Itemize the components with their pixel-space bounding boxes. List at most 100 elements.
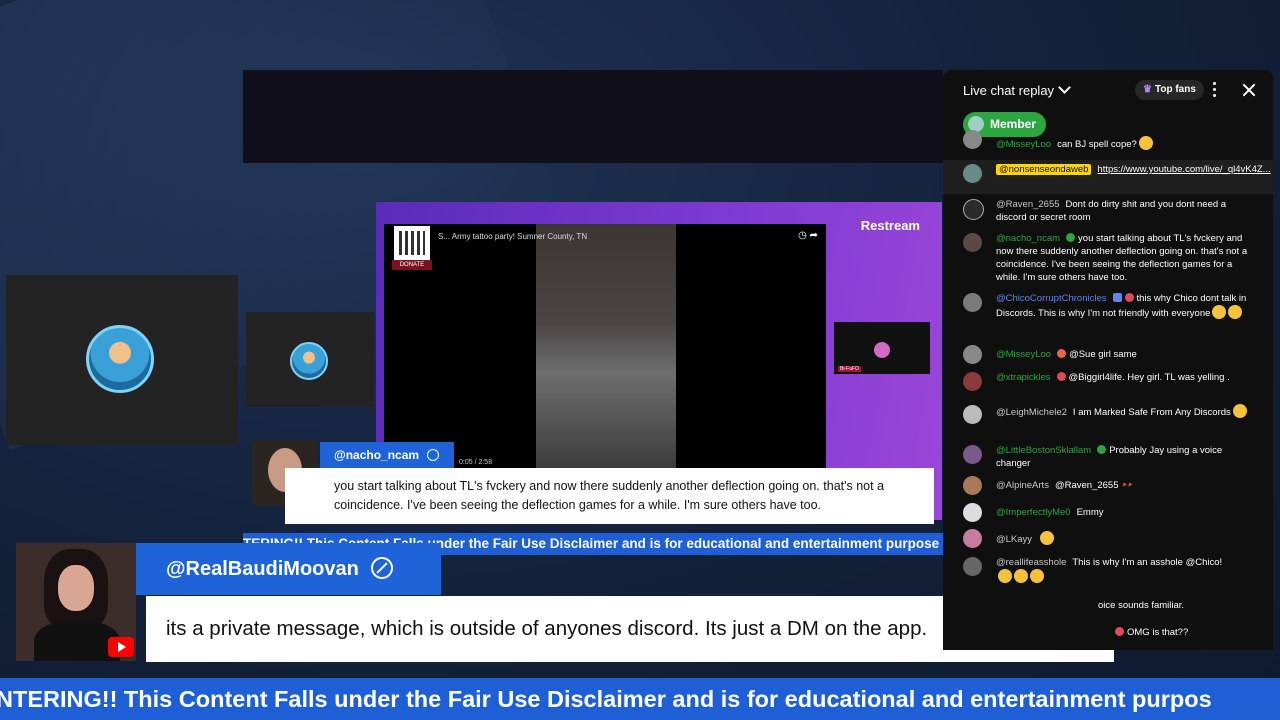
chat-message: OMG is that?? (943, 626, 1273, 640)
chat-author[interactable]: @LKayy (996, 534, 1032, 545)
chat-author[interactable]: @MisseyLoo (996, 139, 1051, 150)
halo-emoji-icon (1232, 404, 1247, 418)
youtube-icon (108, 637, 134, 657)
shrug-emoji-icon (1228, 305, 1243, 319)
shrug-emoji-icon (1212, 305, 1227, 319)
avatar (963, 405, 982, 424)
chat-message: @Raven_2655 Dont do dirty shit and you do… (943, 198, 1273, 228)
guest-avatar-large (86, 325, 154, 393)
chat-message: @reallifeasshole This is why I'm an assho… (943, 556, 1273, 588)
live-chat-panel: Live chat replay ♛ Top fans Member @Misse… (943, 70, 1273, 650)
main-comment-username: @RealBaudiMoovan (136, 543, 441, 595)
chat-message: @LittleBostonSklallam Probably Jay using … (943, 444, 1273, 472)
chat-message: @ChicoCorruptChronicles this why Chico do… (943, 292, 1273, 336)
main-comment-username-text: @RealBaudiMoovan (166, 558, 359, 580)
chat-message: @ImperfectlyMe0 Emmy (943, 503, 1273, 524)
avatar (963, 445, 982, 464)
avatar (963, 130, 982, 149)
chat-message: @MisseyLoo @Sue girl same (943, 345, 1273, 366)
mini-cam-label: Bi-FaFO (838, 366, 861, 372)
chat-author[interactable]: @LittleBostonSklallam (996, 445, 1091, 456)
chat-header: Live chat replay ♛ Top fans (943, 70, 1273, 110)
video-controls-icons[interactable]: ◷ ➦ (798, 230, 818, 241)
chat-author[interactable]: @AlpineArts (996, 480, 1049, 491)
chat-author[interactable]: @nonsenseondaweb (996, 164, 1092, 175)
chat-message: @AlpineArts @Raven_2655 ‣‣ (943, 476, 1273, 497)
chat-message: @nonsenseondaweb https://www.youtube.com/… (943, 160, 1273, 194)
chat-message: @nacho_ncam you start talking about TL's … (943, 232, 1273, 288)
member-badge-icon (1097, 445, 1107, 454)
comment-username: @nacho_ncam (320, 442, 454, 468)
chevron-down-icon (1058, 81, 1071, 94)
avatar (963, 233, 982, 252)
video-title: S... Army tattoo party! Sumner County, T… (438, 232, 588, 241)
chat-message: @xtrapickles @Biggirl4life. Hey girl. TL … (943, 371, 1273, 399)
top-dark-band (243, 70, 943, 163)
hundred-emoji-icon: ‣‣ (1121, 480, 1133, 491)
qr-code-icon (394, 226, 430, 260)
restream-logo: Restream (860, 218, 920, 233)
chat-message-list[interactable]: @MisseyLoo can BJ spell cope? @nonsenseon… (943, 130, 1273, 650)
avatar (963, 503, 982, 522)
chat-mode-dropdown[interactable]: Live chat replay (963, 81, 1071, 98)
ticker-bottom-text: NTERING!! This Content Falls under the F… (0, 686, 1212, 712)
chat-text: OMG is that?? (1127, 627, 1189, 638)
chat-text: can BJ spell cope? (1057, 139, 1137, 150)
chat-author[interactable]: @LeighMichele2 (996, 407, 1067, 418)
chat-author[interactable]: @ChicoCorruptChronicles (996, 293, 1107, 304)
guest-tile-large (6, 275, 238, 445)
more-options-icon[interactable] (1211, 82, 1217, 98)
chat-text: This is why I'm an asshole @Chico! (1072, 557, 1223, 568)
chat-text: oice sounds familiar. (1098, 600, 1185, 611)
chat-message: @LKayy (943, 529, 1273, 549)
member-badge-icon (1124, 293, 1134, 302)
video-time: 0:05 / 2:58 (459, 459, 493, 466)
guest-avatar-small (290, 342, 328, 380)
chat-author[interactable]: @Raven_2655 (996, 199, 1060, 210)
laughing-emoji-icon (1138, 136, 1153, 150)
ticker-bottom: NTERING!! This Content Falls under the F… (0, 678, 1280, 720)
chat-link[interactable]: https://www.youtube.com/live/_ql4vK4Z... (1097, 164, 1270, 175)
member-badge-icon (1115, 627, 1124, 636)
comment-username-text: @nacho_ncam (334, 448, 420, 462)
video-frame (536, 224, 676, 472)
verified-icon (427, 449, 440, 461)
avatar (963, 557, 982, 576)
chat-text: @Biggirl4life. Hey girl. TL was yelling … (1068, 372, 1230, 383)
avatar (963, 199, 984, 220)
member-badge-icon (1056, 372, 1066, 381)
shared-video[interactable]: DONATE S... Army tattoo party! Sumner Co… (384, 224, 826, 472)
close-icon[interactable] (1241, 82, 1257, 98)
chat-title: Live chat replay (963, 83, 1055, 98)
top-fans-button[interactable]: ♛ Top fans (1135, 80, 1204, 100)
chat-message: oice sounds familiar. (943, 599, 1273, 613)
laughing-emoji-icon (1030, 569, 1044, 583)
chat-author[interactable]: @MisseyLoo (996, 349, 1051, 360)
moderator-badge-icon (1112, 293, 1122, 302)
chat-author[interactable]: @nacho_ncam (996, 233, 1060, 244)
comment-message: you start talking about TL's fvckery and… (285, 468, 934, 524)
member-badge-icon (1057, 349, 1067, 358)
member-label: Member (990, 117, 1037, 131)
donate-label: DONATE (392, 260, 432, 270)
avatar (963, 345, 982, 364)
chat-message: @MisseyLoo can BJ spell cope? (943, 130, 1273, 150)
member-badge-icon (1066, 233, 1076, 242)
host-face (58, 565, 94, 611)
chat-text: Emmy (1076, 507, 1104, 518)
chat-text: I am Marked Safe From Any Discords (1072, 407, 1231, 418)
avatar (963, 164, 982, 183)
avatar (963, 293, 982, 312)
chat-author[interactable]: @ImperfectlyMe0 (996, 507, 1071, 518)
guest-tile-small (246, 312, 374, 407)
mini-cam-dot (874, 342, 890, 358)
top-fans-label: Top fans (1154, 84, 1196, 95)
chat-author[interactable]: @xtrapickles (996, 372, 1051, 383)
prohibited-icon (370, 557, 393, 579)
avatar (963, 529, 982, 548)
avatar (963, 372, 982, 391)
mini-cam: Bi-FaFO (834, 322, 930, 374)
laughing-emoji-icon (1014, 569, 1028, 583)
chat-author[interactable]: @reallifeasshole (996, 557, 1066, 568)
crown-icon: ♛ (1143, 84, 1152, 95)
